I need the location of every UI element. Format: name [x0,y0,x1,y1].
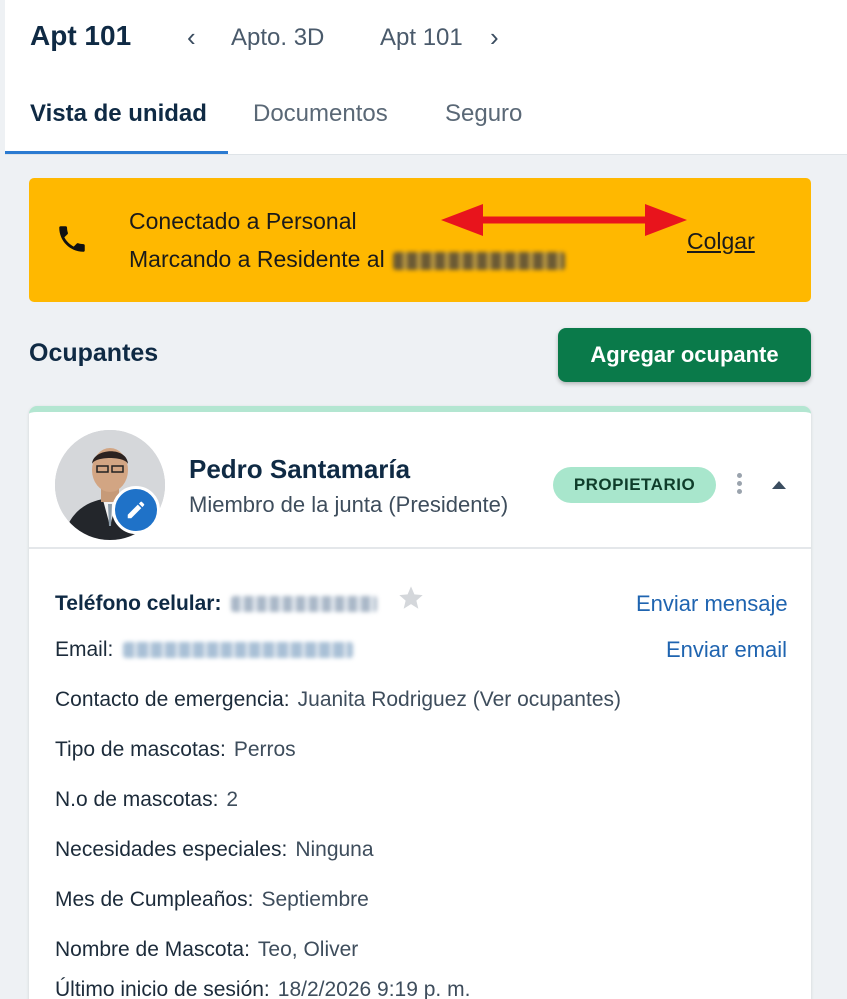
status-badge: PROPIETARIO [553,467,716,503]
field-label: Último inicio de sesión: [55,978,270,999]
unit-header: Apt 101 ‹ Apto. 3D Apt 101 › Vista de un… [5,0,847,155]
add-occupant-button[interactable]: Agregar ocupante [558,328,811,382]
pencil-icon [127,501,145,519]
field-label: Mes de Cumpleaños: [55,888,254,911]
send-email-link[interactable]: Enviar email [666,637,787,663]
pet-name-row: Nombre de Mascota: Teo, Oliver [55,938,358,962]
header-divider [5,154,847,155]
field-label: Tipo de mascotas: [55,738,226,761]
field-value: Ninguna [295,838,374,861]
caret-up-icon[interactable] [769,478,789,492]
field-value: 18/2/2026 9:19 p. m. [277,978,471,999]
field-value: Perros [233,738,296,761]
next-unit-link[interactable]: Apt 101 [380,24,463,52]
star-icon[interactable] [397,584,425,612]
hang-up-link[interactable]: Colgar [687,228,755,255]
call-connected-text: Conectado a Personal [129,208,357,234]
field-value: Juanita Rodriguez (Ver ocupantes) [297,688,621,711]
prev-unit-link[interactable]: Apto. 3D [231,24,324,52]
edit-avatar-button[interactable] [112,486,160,534]
pet-count-row: N.o de mascotas: 2 [55,788,238,812]
tab-documents[interactable]: Documentos [253,100,388,128]
card-divider [29,547,811,549]
special-needs-row: Necesidades especiales: Ninguna [55,838,374,862]
kebab-menu-icon[interactable] [729,470,749,500]
annotation-double-arrow [441,204,687,236]
tab-bar: Vista de unidad Documentos Seguro [5,90,847,155]
unit-title: Apt 101 [30,20,132,51]
field-label: Contacto de emergencia: [55,688,290,711]
emergency-contact-row: Contacto de emergencia: Juanita Rodriguez… [55,688,621,712]
pet-type-row: Tipo de mascotas: Perros [55,738,296,762]
chevron-left-icon[interactable]: ‹ [187,22,196,53]
birthday-month-row: Mes de Cumpleaños: Septiembre [55,888,369,912]
redacted-email [123,642,354,659]
occupant-card: Pedro Santamaría Miembro de la junta (Pr… [29,406,811,999]
call-status-banner: Conectado a Personal Marcando a Resident… [29,178,811,302]
mobile-phone-row: Teléfono celular: [55,592,378,616]
call-dialing-text: Marcando a Residente al [129,246,565,273]
email-label: Email: [55,638,114,661]
field-label: N.o de mascotas: [55,788,219,811]
field-value: 2 [226,788,239,811]
field-label: Necesidades especiales: [55,838,288,861]
mobile-phone-label: Teléfono celular: [55,592,222,615]
tab-insurance[interactable]: Seguro [445,100,522,128]
call-dialing-label: Marcando a Residente al [129,246,385,272]
send-message-link[interactable]: Enviar mensaje [636,591,788,617]
email-row: Email: [55,638,354,662]
last-login-row: Último inicio de sesión: 18/2/2026 9:19 p… [55,978,470,999]
occupant-name: Pedro Santamaría [189,454,411,484]
phone-icon [59,226,85,252]
redacted-phone-number [392,251,565,270]
field-value: Septiembre [261,888,369,911]
redacted-mobile-number [231,596,378,613]
field-label: Nombre de Mascota: [55,938,250,961]
occupants-heading: Ocupantes [29,339,159,367]
occupant-role: Miembro de la junta (Presidente) [189,492,509,517]
field-value: Teo, Oliver [257,938,359,961]
chevron-right-icon[interactable]: › [490,22,499,53]
tab-unit-view[interactable]: Vista de unidad [30,100,207,128]
